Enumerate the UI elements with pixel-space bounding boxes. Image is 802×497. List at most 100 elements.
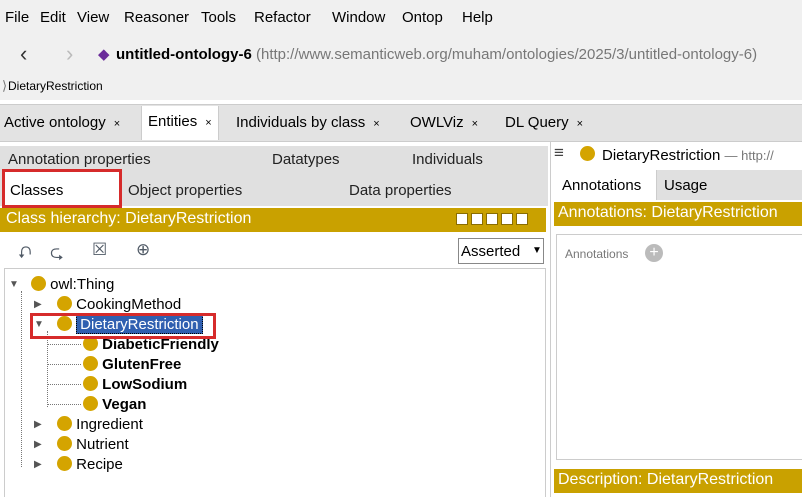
split-horizontal-icon[interactable] xyxy=(486,213,498,225)
tab-annotation-properties[interactable]: Annotation properties xyxy=(8,151,151,168)
tree-node-label: Recipe xyxy=(76,456,123,473)
collapse-toggle-icon[interactable]: ▶ xyxy=(34,419,42,430)
menu-help[interactable]: Help xyxy=(462,9,493,26)
menu-reasoner[interactable]: Reasoner xyxy=(124,9,189,26)
tab-label: Individuals by class xyxy=(236,114,366,131)
tab-object-properties[interactable]: Object properties xyxy=(128,182,242,199)
breadcrumb: ⟩ DietaryRestriction xyxy=(0,74,802,100)
tab-usage[interactable]: Usage xyxy=(664,177,707,194)
tab-dl-query[interactable]: DL Query × xyxy=(505,114,583,131)
menu-tools[interactable]: Tools xyxy=(201,9,236,26)
tree-node-cookingmethod[interactable]: CookingMethod xyxy=(57,296,181,313)
tree-node-nutrient[interactable]: Nutrient xyxy=(57,436,129,453)
tab-classes-label: Classes xyxy=(10,182,64,199)
tree-connector xyxy=(47,364,81,365)
tree-connector xyxy=(47,331,48,407)
menu-edit[interactable]: Edit xyxy=(40,9,66,26)
close-view-icon[interactable] xyxy=(516,213,528,225)
annotations-label: Annotations xyxy=(565,247,629,261)
collapse-toggle-icon[interactable]: ▶ xyxy=(34,459,42,470)
close-icon[interactable]: × xyxy=(114,118,120,130)
annotations-header: Annotations: DietaryRestriction xyxy=(554,202,802,226)
tab-data-properties[interactable]: Data properties xyxy=(349,182,452,199)
breadcrumb-chevron-icon: ⟩ xyxy=(2,78,8,93)
menu-ontop[interactable]: Ontop xyxy=(402,9,443,26)
float-view-icon[interactable] xyxy=(501,213,513,225)
tree-node-vegan[interactable]: Vegan xyxy=(83,396,146,413)
add-annotation-icon[interactable]: + xyxy=(645,244,663,262)
help-icon[interactable] xyxy=(456,213,468,225)
tree-node-recipe[interactable]: Recipe xyxy=(57,456,123,473)
class-hierarchy-header: Class hierarchy: DietaryRestriction xyxy=(0,208,546,232)
tab-annotations[interactable]: Annotations xyxy=(556,170,657,200)
class-tree: ▼ owl:Thing ▶ CookingMethod ▼ DietaryRes… xyxy=(4,268,546,497)
close-icon[interactable]: × xyxy=(577,118,583,130)
workspace-tab-bar: Active ontology × Entities × Individuals b… xyxy=(0,104,802,142)
menu-bar: File Edit View Reasoner Tools Refactor W… xyxy=(0,0,802,34)
entity-title: DietaryRestriction — http:// xyxy=(602,147,774,164)
tab-individuals[interactable]: Individuals xyxy=(412,151,483,168)
class-icon xyxy=(31,276,46,291)
tree-node-glutenfree[interactable]: GlutenFree xyxy=(83,356,181,373)
breadcrumb-item[interactable]: DietaryRestriction xyxy=(8,79,103,93)
add-sibling-icon[interactable]: ⮎ xyxy=(50,240,64,269)
class-hierarchy-title: Class hierarchy: DietaryRestriction xyxy=(6,210,252,227)
tree-node-lowsodium[interactable]: LowSodium xyxy=(83,376,187,393)
tab-entities[interactable]: Entities × xyxy=(141,106,219,140)
menu-window[interactable]: Window xyxy=(332,9,385,26)
tree-node-label: Vegan xyxy=(102,396,147,413)
tab-active-ontology[interactable]: Active ontology × xyxy=(4,114,120,131)
tab-label: Entities xyxy=(148,113,198,130)
tree-node-label: owl:Thing xyxy=(50,276,115,293)
tab-individuals-by-class[interactable]: Individuals by class × xyxy=(236,114,380,131)
delete-class-icon[interactable]: ☒ xyxy=(92,240,107,260)
menu-file[interactable]: File xyxy=(5,9,29,26)
description-header-title: Description: DietaryRestriction xyxy=(558,471,774,488)
entity-title-iri: — http:// xyxy=(724,148,774,163)
class-icon xyxy=(57,416,72,431)
class-icon xyxy=(83,356,98,371)
chevron-down-icon: ▼ xyxy=(532,245,542,256)
tree-node-ingredient[interactable]: Ingredient xyxy=(57,416,143,433)
find-usage-icon[interactable]: ⊕ xyxy=(136,240,150,260)
tab-owlviz[interactable]: OWLViz × xyxy=(410,114,478,131)
collapse-toggle-icon[interactable]: ▶ xyxy=(34,299,42,310)
class-icon xyxy=(83,376,98,391)
close-icon[interactable]: × xyxy=(205,117,211,129)
tree-connector xyxy=(47,384,81,385)
annotations-header-title: Annotations: DietaryRestriction xyxy=(558,204,778,221)
tab-label: DL Query xyxy=(505,114,569,131)
ontology-iri: (http://www.semanticweb.org/muham/ontolo… xyxy=(255,46,758,63)
tree-node-label: GlutenFree xyxy=(102,356,182,373)
tab-classes[interactable]: Classes xyxy=(2,169,122,208)
tree-node-owl-thing[interactable]: owl:Thing xyxy=(31,276,114,293)
ontology-icon: ◆ xyxy=(98,46,110,63)
entity-title-name: DietaryRestriction xyxy=(602,147,721,164)
ontology-name: untitled-ontology-6 xyxy=(116,46,252,63)
tree-node-label: Nutrient xyxy=(76,436,129,453)
close-icon[interactable]: × xyxy=(472,118,478,130)
asserted-inferred-select[interactable]: Asserted ▼ xyxy=(458,238,544,264)
forward-arrow-icon[interactable]: › xyxy=(66,41,73,67)
back-arrow-icon[interactable]: ‹ xyxy=(20,41,27,67)
tree-connector xyxy=(21,291,22,467)
menu-view[interactable]: View xyxy=(77,9,109,26)
split-vertical-icon[interactable] xyxy=(471,213,483,225)
add-subclass-icon[interactable]: ⮏ xyxy=(18,240,32,269)
tab-label: Active ontology xyxy=(4,114,106,131)
close-icon[interactable]: × xyxy=(373,118,379,130)
tree-node-label: Ingredient xyxy=(76,416,143,433)
tree-node-label: CookingMethod xyxy=(76,296,182,313)
description-header: Description: DietaryRestriction xyxy=(554,469,802,493)
entity-detail-tabs: Annotations Usage xyxy=(556,170,802,200)
hamburger-menu-icon[interactable]: ≡ xyxy=(554,143,564,163)
expand-toggle-icon[interactable]: ▼ xyxy=(9,279,19,290)
class-icon xyxy=(57,296,72,311)
menu-refactor[interactable]: Refactor xyxy=(254,9,311,26)
class-icon xyxy=(57,456,72,471)
tree-connector xyxy=(47,404,81,405)
tab-annotations-label: Annotations xyxy=(562,177,642,194)
tab-datatypes[interactable]: Datatypes xyxy=(272,151,340,168)
asserted-select-value: Asserted xyxy=(461,243,521,260)
collapse-toggle-icon[interactable]: ▶ xyxy=(34,439,42,450)
